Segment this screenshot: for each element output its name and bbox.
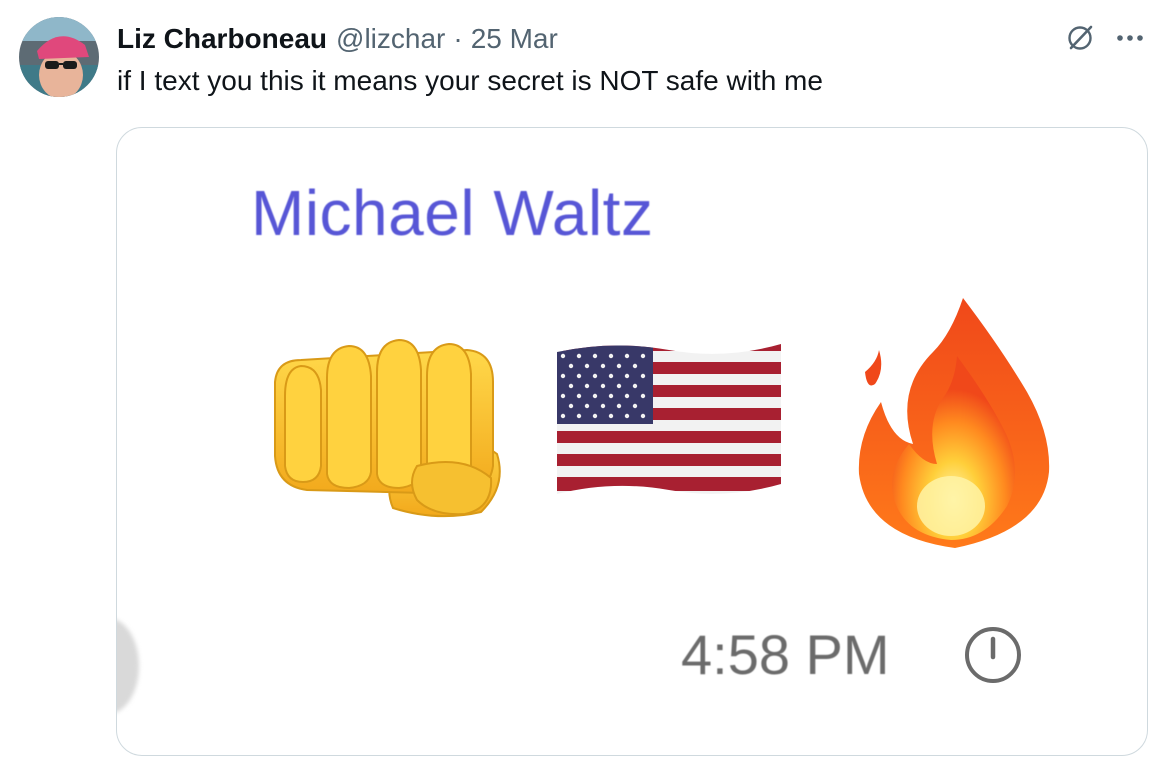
tweet-date[interactable]: 25 Mar: [471, 23, 558, 55]
more-options-button[interactable]: [1110, 18, 1150, 58]
author-handle[interactable]: @lizchar: [336, 23, 445, 55]
header-separator: ·: [453, 23, 463, 54]
avatar[interactable]: [19, 17, 99, 97]
grok-button[interactable]: [1060, 18, 1100, 58]
clock-icon: [965, 627, 1021, 683]
author-display-name[interactable]: Liz Charboneau: [117, 23, 327, 55]
tweet-header: Liz Charboneau @lizchar · 25 Mar: [117, 20, 558, 58]
oncoming-fist-icon: [274, 338, 501, 518]
grok-slash-icon: [1068, 25, 1093, 50]
message-timestamp: 4:58 PM: [681, 623, 890, 686]
us-flag-icon: [557, 344, 781, 494]
more-dots-icon: [1117, 35, 1143, 41]
tweet-text: if I text you this it means your secret …: [117, 65, 823, 96]
media-card[interactable]: Michael Waltz 4:58 PM: [116, 127, 1148, 756]
contact-name: Michael Waltz: [251, 177, 654, 249]
edge-blob: [117, 618, 139, 714]
fire-icon: [858, 298, 1050, 548]
avatar-image: [19, 17, 99, 97]
